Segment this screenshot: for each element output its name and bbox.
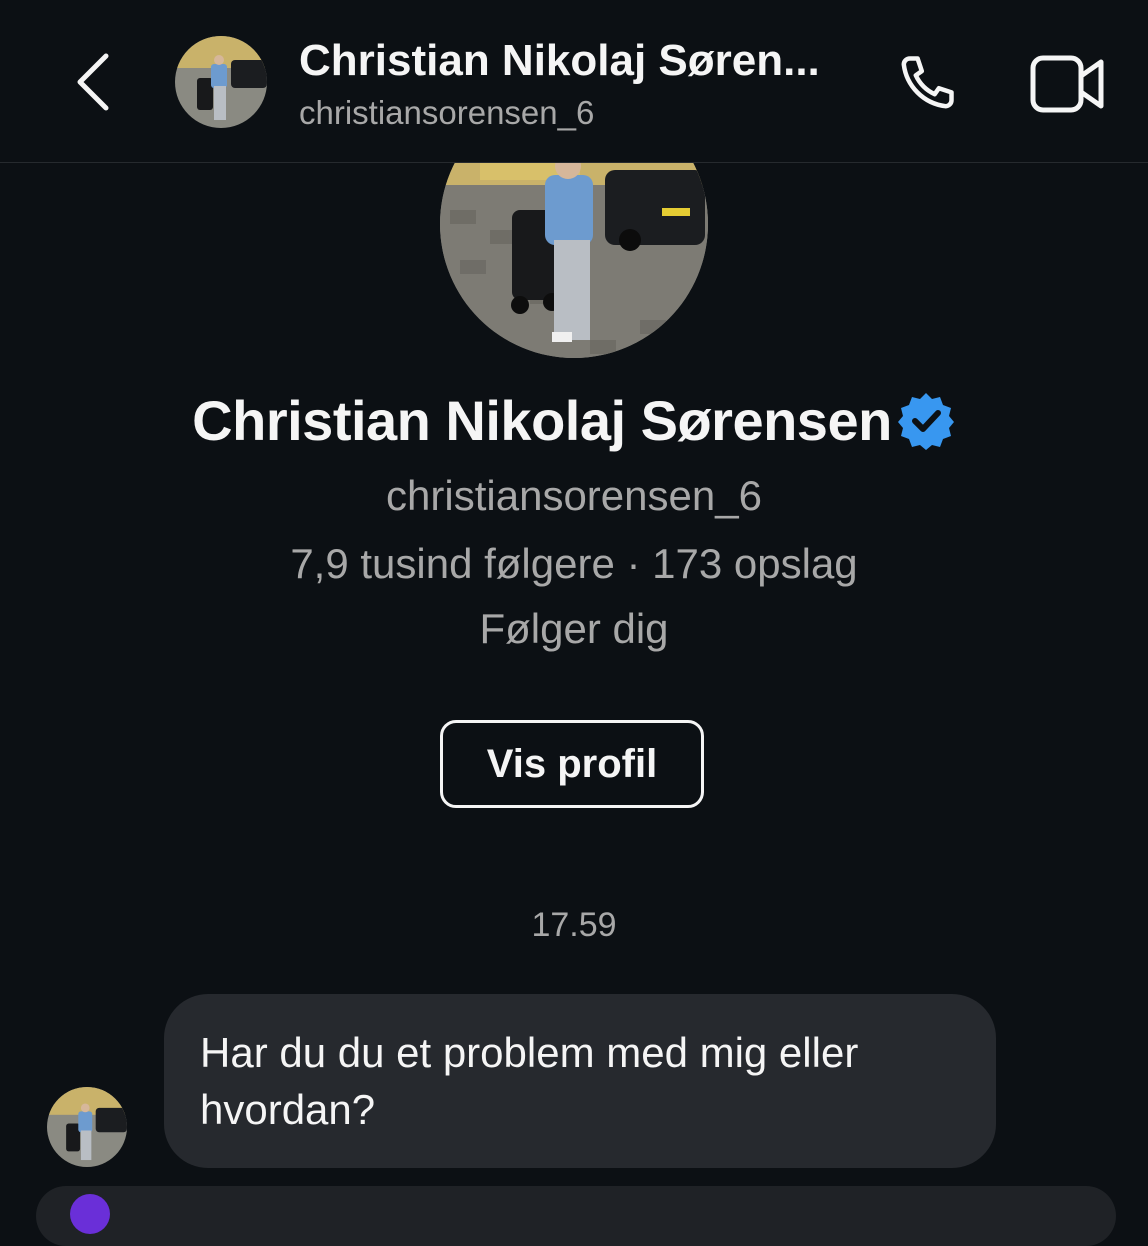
chat-header: Christian Nikolaj Søren... christiansore… bbox=[0, 0, 1148, 163]
message-timestamp: 17.59 bbox=[531, 906, 617, 944]
verified-badge-icon bbox=[896, 390, 956, 450]
profile-name: Christian Nikolaj Sørensen bbox=[192, 389, 892, 452]
profile-handle: christiansorensen_6 bbox=[386, 472, 762, 519]
profile-name-row: Christian Nikolaj Sørensen bbox=[0, 388, 1148, 453]
video-camera-icon[interactable] bbox=[1028, 50, 1106, 118]
header-contact-name[interactable]: Christian Nikolaj Søren... bbox=[299, 36, 869, 86]
profile-stats: 7,9 tusind følgere · 173 opslag bbox=[290, 540, 858, 587]
view-profile-button[interactable]: Vis profil bbox=[440, 720, 704, 808]
header-contact-handle: christiansorensen_6 bbox=[299, 94, 595, 131]
next-message-avatar bbox=[70, 1194, 110, 1234]
next-message-bubble bbox=[36, 1186, 1116, 1246]
phone-icon[interactable] bbox=[890, 48, 962, 120]
message-bubble[interactable]: Har du du et problem med mig eller hvord… bbox=[164, 994, 996, 1168]
message-sender-avatar[interactable] bbox=[47, 1087, 127, 1167]
follows-you-label: Følger dig bbox=[479, 605, 669, 652]
chevron-left-icon[interactable] bbox=[68, 50, 118, 114]
avatar[interactable] bbox=[175, 36, 267, 128]
